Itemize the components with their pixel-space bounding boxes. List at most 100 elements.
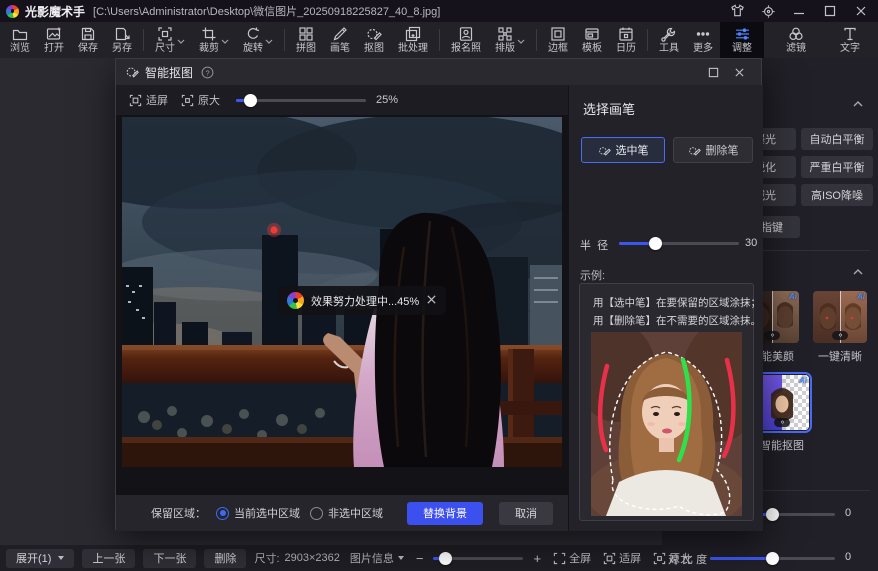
rotate-icon xyxy=(245,26,261,42)
expand-button[interactable]: 展开(1) xyxy=(6,549,74,568)
cancel-button[interactable]: 取消 xyxy=(499,502,553,525)
contrast-slider-knob[interactable] xyxy=(766,552,779,565)
radio-current-selection[interactable]: 当前选中区域 xyxy=(216,505,300,521)
fullscreen-button[interactable]: 全屏 xyxy=(553,550,591,566)
toolbar-collage[interactable]: 拼图 xyxy=(289,22,323,58)
ai-cutout-thumbnail[interactable]: Ai ‹› xyxy=(755,375,809,430)
svg-text:?: ? xyxy=(205,68,209,77)
dialog-original-size-button[interactable]: 原大 xyxy=(181,92,220,108)
original-size-button[interactable]: 原大 xyxy=(653,550,691,566)
zoom-in-button[interactable]: + xyxy=(533,551,541,566)
prev-image-button[interactable]: 上一张 xyxy=(82,549,135,568)
delete-pen-icon xyxy=(688,144,701,157)
toolbar-id-photo[interactable]: 报名照 xyxy=(444,22,488,58)
batch-icon xyxy=(405,26,421,42)
toolbar-save-label: 保存 xyxy=(78,44,98,54)
dialog-maximize-button[interactable] xyxy=(700,59,726,85)
smart-cutout-dialog: 智能抠图 ? 适屏 原大 25% xyxy=(115,58,762,530)
settings-gear-icon[interactable] xyxy=(757,2,779,20)
toolbar-save[interactable]: 保存 xyxy=(71,22,105,58)
toast-close-icon[interactable] xyxy=(426,292,437,310)
toolbar-cutout-label: 抠图 xyxy=(364,44,384,54)
toolbar-template[interactable]: 模板 xyxy=(575,22,609,58)
replace-background-button[interactable]: 替换背景 xyxy=(407,502,483,525)
quick-auto-white-balance-button[interactable]: 自动白平衡 xyxy=(801,128,873,150)
quick-iso-denoise-button[interactable]: 高ISO降噪 xyxy=(801,184,873,206)
toolbar-tools[interactable]: 工具 xyxy=(652,22,686,58)
toolbar-right-group: 调整 滤镜 文字 水印 xyxy=(720,22,878,58)
help-icon[interactable]: ? xyxy=(201,66,214,79)
main-zoom-knob[interactable] xyxy=(439,552,452,565)
toolbar-crop[interactable]: 裁剪 xyxy=(192,22,236,58)
toolbar-calendar[interactable]: 日历 xyxy=(609,22,643,58)
radio-selected-icon xyxy=(216,507,229,520)
dialog-close-button[interactable] xyxy=(726,59,752,85)
toolbar-rotate[interactable]: 旋转 xyxy=(236,22,280,58)
minimize-button[interactable] xyxy=(788,2,810,20)
titlebar: 光影魔术手 [C:\Users\Administrator\Desktop\微信… xyxy=(0,0,878,22)
fit-screen-icon xyxy=(129,94,142,107)
window-controls xyxy=(726,2,872,20)
close-button[interactable] xyxy=(850,2,872,20)
toolbar-frame[interactable]: 边框 xyxy=(541,22,575,58)
image-info-dropdown[interactable]: 图片信息 xyxy=(350,550,404,566)
dialog-view-toolbar: 适屏 原大 25% xyxy=(116,85,568,115)
expand-label: 展开(1) xyxy=(16,550,51,566)
main-zoom-slider[interactable] xyxy=(433,557,523,560)
toolbar-brush[interactable]: 画笔 xyxy=(323,22,357,58)
image-size-label: 尺寸: xyxy=(254,550,279,566)
contrast-slider[interactable] xyxy=(710,557,835,560)
tip-select-pen: 用【选中笔】在要保留的区域涂抹； xyxy=(593,295,761,310)
zoom-out-button[interactable]: − xyxy=(416,551,424,566)
dialog-header[interactable]: 智能抠图 ? xyxy=(116,59,761,85)
brush-icon xyxy=(332,26,348,42)
dialog-zoom-knob[interactable] xyxy=(244,94,257,107)
ai-badge: Ai xyxy=(857,292,865,301)
quick-severe-white-balance-button[interactable]: 严重白平衡 xyxy=(801,156,873,178)
toolbar-adjust[interactable]: 调整 xyxy=(720,22,764,58)
toolbar-resize[interactable]: 尺寸 xyxy=(148,22,192,58)
tip-delete-pen: 用【删除笔】在不需要的区域涂抹。 xyxy=(593,313,761,328)
section-collapse-chevron-icon[interactable] xyxy=(852,95,864,103)
toolbar-rotate-label: 旋转 xyxy=(243,44,263,54)
toolbar-batch[interactable]: 批处理 xyxy=(391,22,435,58)
toolbar-text[interactable]: 文字 xyxy=(828,22,872,58)
toolbar-filter[interactable]: 滤镜 xyxy=(774,22,818,58)
toolbar-layout[interactable]: 排版 xyxy=(488,22,532,58)
next-image-button[interactable]: 下一张 xyxy=(143,549,196,568)
toolbar-browse[interactable]: 浏览 xyxy=(3,22,37,58)
toolbar-separator xyxy=(536,29,537,51)
delete-pen-label: 删除笔 xyxy=(706,142,739,158)
toolbar-separator xyxy=(143,29,144,51)
radius-slider-knob[interactable] xyxy=(649,237,662,250)
open-image-icon xyxy=(46,26,62,42)
toolbar-id-photo-label: 报名照 xyxy=(451,44,481,54)
radio-non-selection[interactable]: 非选中区域 xyxy=(310,505,383,521)
theme-shirt-icon[interactable] xyxy=(726,2,748,20)
image-size-value: 2903×2362 xyxy=(285,552,340,564)
ai-clarity-thumbnail[interactable]: Ai ‹› xyxy=(813,291,867,343)
dialog-fit-screen-button[interactable]: 适屏 xyxy=(129,92,168,108)
dialog-title: 智能抠图 xyxy=(145,64,193,81)
toolbar-save-as[interactable]: 另存 xyxy=(105,22,139,58)
toolbar-more[interactable]: 更多 xyxy=(686,22,720,58)
select-pen-button[interactable]: 选中笔 xyxy=(581,137,665,163)
maximize-button[interactable] xyxy=(819,2,841,20)
radius-slider[interactable] xyxy=(619,242,739,245)
fit-screen-button[interactable]: 适屏 xyxy=(603,550,641,566)
radius-value: 30 xyxy=(745,237,757,249)
dialog-zoom-slider[interactable] xyxy=(236,99,366,102)
toolbar-open[interactable]: 打开 xyxy=(37,22,71,58)
cutout-icon xyxy=(366,26,382,42)
photo-preview[interactable]: 效果努力处理中...45% xyxy=(122,117,562,467)
toolbar-crop-label: 裁剪 xyxy=(199,44,219,54)
toolbar-calendar-label: 日历 xyxy=(616,44,636,54)
brightness-slider-knob[interactable] xyxy=(766,508,779,521)
toolbar-cutout[interactable]: 抠图 xyxy=(357,22,391,58)
original-size-label: 原大 xyxy=(669,550,691,566)
edit-canvas[interactable]: 效果努力处理中...45% xyxy=(116,115,568,495)
dropdown-arrow-icon xyxy=(58,556,64,560)
delete-image-button[interactable]: 删除 xyxy=(204,549,246,568)
delete-pen-button[interactable]: 删除笔 xyxy=(673,137,753,163)
section-collapse-chevron-icon[interactable] xyxy=(852,263,864,271)
